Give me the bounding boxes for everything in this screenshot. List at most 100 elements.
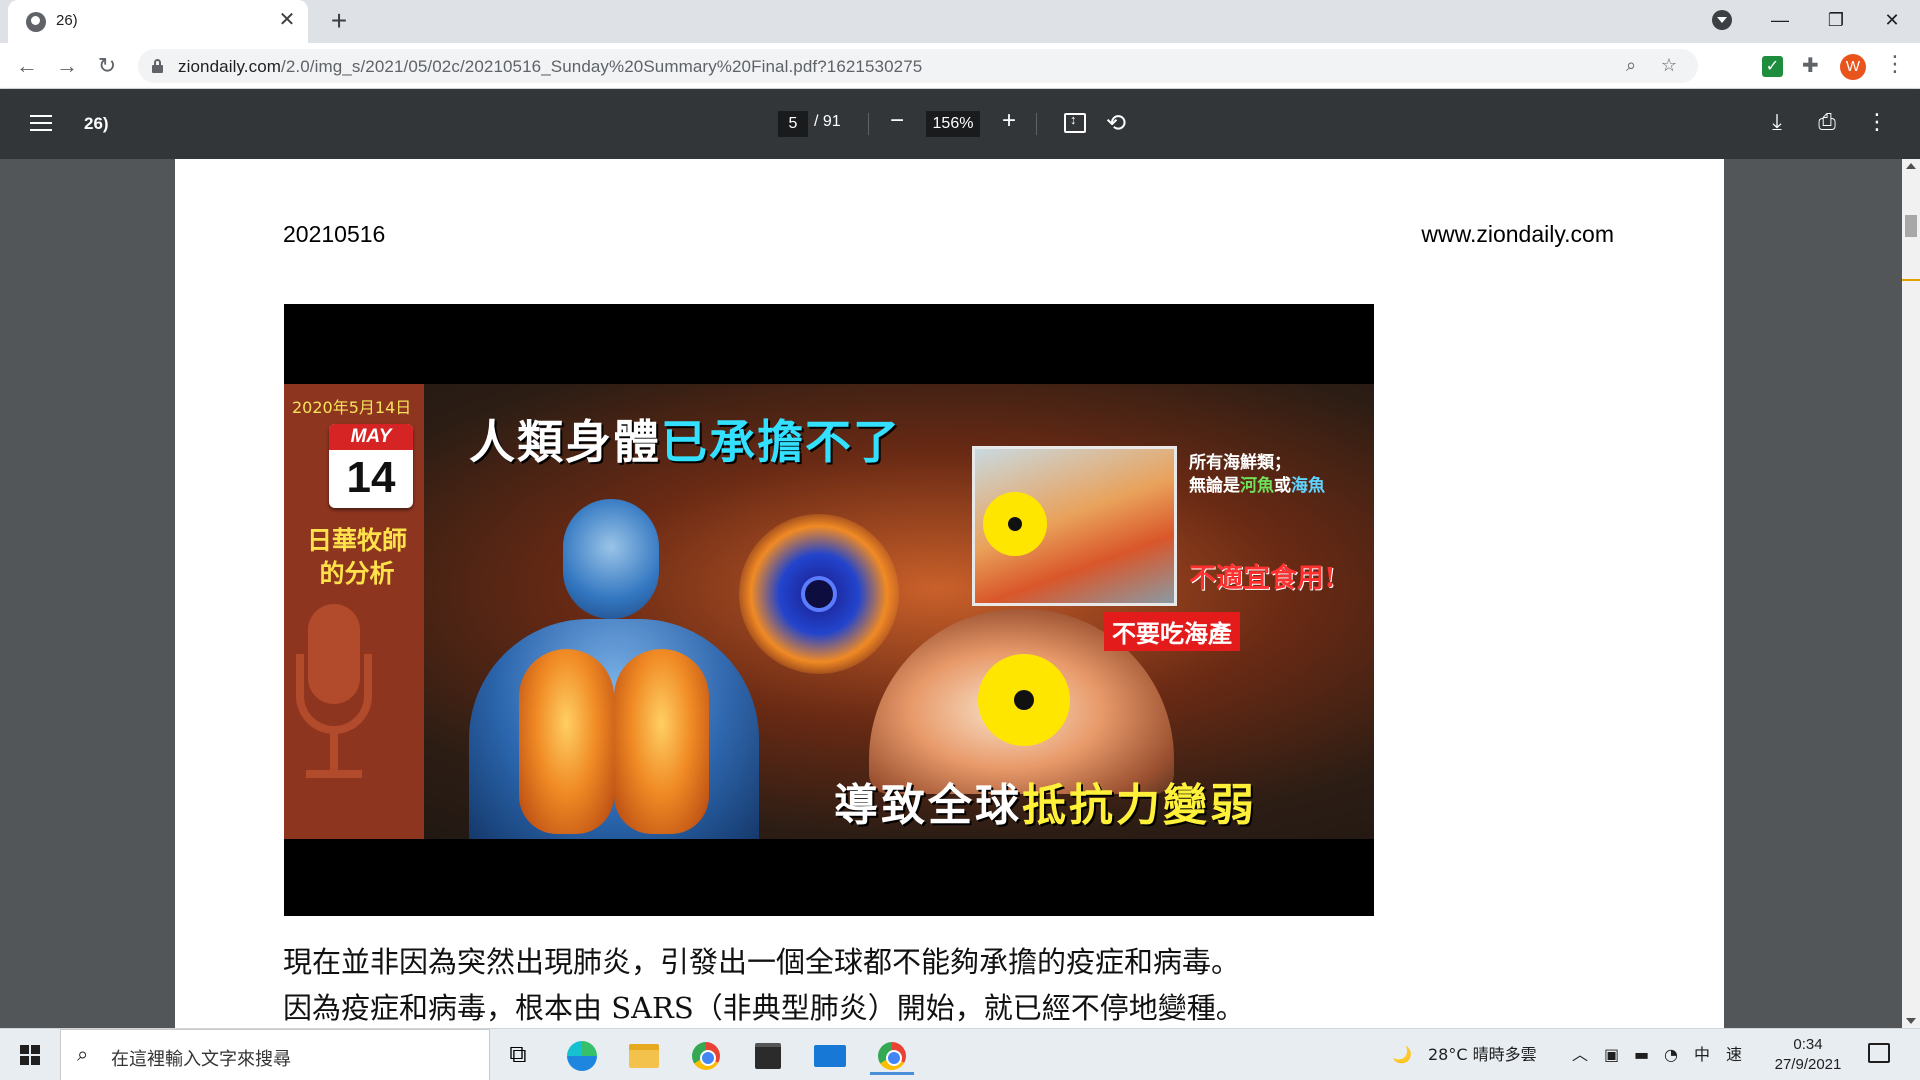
browser-toolbar: ← → ↻ ziondaily.com/2.0/img_s/2021/05/02… [0,43,1920,89]
url-host: ziondaily.com [178,57,282,76]
radiation-symbol-icon [978,654,1070,746]
weather-icon[interactable]: 🌙 [1392,1029,1412,1080]
tab-close-button[interactable]: ✕ [276,9,298,31]
profile-avatar[interactable]: W [1840,54,1866,80]
ime-mode[interactable]: 速 [1726,1029,1742,1080]
url-text[interactable]: ziondaily.com/2.0/img_s/2021/05/02c/2021… [178,57,922,77]
page-header-date: 20210516 [283,221,386,247]
page-number-input[interactable]: 5 [778,111,808,137]
chrome-taskbar-icon[interactable] [870,1035,914,1075]
pdf-viewer[interactable]: 20210516 www.ziondaily.com 2020年5月14日 MA… [0,159,1902,1028]
meet-icon[interactable]: ▣ [1604,1029,1619,1080]
calendar-month: MAY [329,424,413,450]
brand-strip: 2020年5月14日 MAY 14 日華牧師 的分析 [284,384,424,839]
store-icon[interactable] [746,1035,790,1075]
pdf-page: 20210516 www.ziondaily.com 2020年5月14日 MA… [175,159,1724,1028]
article-line: 因為疫症和病毒，根本由 SARS（非典型肺炎）開始，就已經不停地變種。 [283,991,1245,1025]
thumbnail-date: 2020年5月14日 [292,398,412,417]
pdf-toolbar: 26) 5 / 91 − 156% + ⟲ ⤓ ⎙ ⋮ [0,89,1920,159]
calendar-icon: MAY 14 [329,424,413,508]
zoom-out-button[interactable]: − [882,107,912,135]
zoom-magnifier-icon[interactable]: ⌕ [1620,55,1642,76]
battery-icon[interactable]: ▬ [1634,1029,1649,1080]
article-line: 現在並非因為突然出現肺炎，引發出一個全球都不能夠承擔的疫症和病毒。 [283,945,1241,979]
calendar-day: 14 [346,453,396,502]
video-thumbnail-frame: 2020年5月14日 MAY 14 日華牧師 的分析 人類身體已承擔不了 所有海… [284,304,1374,916]
weather-text[interactable]: 28°C 晴時多雲 [1428,1029,1537,1080]
radiation-symbol-icon [983,492,1047,556]
edge-browser-icon[interactable] [560,1035,604,1075]
video-thumbnail: 2020年5月14日 MAY 14 日華牧師 的分析 人類身體已承擔不了 所有海… [284,384,1374,839]
title-cyan-part: 已承擔不了 [661,415,901,469]
pdf-title: 26) [84,114,109,133]
search-result-marker [1902,279,1920,281]
tab-strip: 26) ✕ + — ❐ ✕ [0,0,1920,43]
search-icon: ⌕ [77,1044,89,1066]
close-window-button[interactable]: ✕ [1864,0,1920,40]
taskbar-search-placeholder: 在這裡輸入文字來搜尋 [111,1049,291,1070]
scroll-up-arrow-icon[interactable] [1906,163,1916,169]
bookmark-star-icon[interactable]: ☆ [1658,55,1680,76]
clock-date: 27/9/2021 [1774,1056,1842,1073]
print-icon[interactable]: ⎙ [1812,109,1842,135]
title-white-part: 人類身體 [469,415,661,469]
windows-taskbar: ⌕ 在這裡輸入文字來搜尋 ⧉ 🌙 28°C 晴時多雲 ︿ ▣ ▬ ◔ 中 速 0… [0,1028,1920,1080]
scroll-thumb[interactable] [1905,215,1917,237]
network-icon[interactable]: ◔ [1664,1029,1678,1080]
fit-to-page-icon[interactable] [1064,112,1086,133]
download-icon[interactable]: ⤓ [1762,109,1792,135]
browser-menu-icon[interactable]: ⋮ [1884,51,1906,77]
page-total: / 91 [814,113,841,130]
thumbnail-bottom-title: 導致全球抵抗力變弱 [834,780,1257,831]
ime-language[interactable]: 中 [1694,1029,1710,1080]
show-hidden-icons-icon[interactable]: ︿ [1572,1029,1588,1080]
toolbar-divider [868,113,869,135]
taskbar-clock[interactable]: 0:34 27/9/2021 [1758,1035,1858,1075]
address-bar[interactable]: ziondaily.com/2.0/img_s/2021/05/02c/2021… [138,49,1698,83]
extensions-puzzle-icon[interactable]: ✚ [1802,53,1819,78]
radiation-virus-illustration [739,514,899,674]
thumbnail-title: 人類身體已承擔不了 [469,406,901,472]
taskbar-search-box[interactable]: ⌕ 在這裡輸入文字來搜尋 [60,1029,490,1080]
brand-name: 日華牧師 的分析 [298,524,416,590]
clock-time: 0:34 [1793,1036,1823,1053]
brand-line2: 的分析 [319,559,395,588]
human-body-illustration [469,499,759,839]
brand-line1: 日華牧師 [306,526,407,555]
mail-icon[interactable] [808,1035,852,1075]
restore-button[interactable]: ❐ [1808,0,1864,40]
warning-unsuitable: 不適宜食用! [1189,563,1336,594]
reload-icon[interactable]: ↻ [92,51,122,81]
warning-no-seafood-badge: 不要吃海產 [1104,612,1240,651]
seafood-caption: 所有海鮮類； 無論是河魚或海魚 [1189,452,1325,498]
task-view-icon[interactable]: ⧉ [496,1035,540,1075]
article-body: 現在並非因為突然出現肺炎，引發出一個全球都不能夠承擔的疫症和病毒。 因為疫症和病… [283,939,1483,1028]
browser-tab[interactable]: 26) ✕ [8,0,308,43]
rotate-icon[interactable]: ⟲ [1106,109,1126,138]
minimize-button[interactable]: — [1752,0,1808,40]
tab-search-icon[interactable] [1712,10,1732,30]
file-explorer-icon[interactable] [622,1035,666,1075]
tab-title: 26) [56,12,78,29]
zoom-in-button[interactable]: + [994,107,1024,135]
forward-arrow-icon[interactable]: → [52,51,82,81]
microphone-icon [296,604,376,804]
notification-center-icon[interactable] [1868,1043,1890,1063]
back-arrow-icon[interactable]: ← [12,51,42,81]
scroll-down-arrow-icon[interactable] [1906,1018,1916,1024]
globe-icon [26,12,46,32]
app-ring-icon[interactable] [684,1035,728,1075]
page-header-site: www.ziondaily.com [1421,221,1614,247]
extension-check-icon[interactable]: ✓ [1762,56,1783,77]
seafood-line2: 無論是河魚或海魚 [1189,476,1325,496]
windows-start-icon[interactable] [20,1045,40,1065]
vertical-scrollbar[interactable] [1902,159,1920,1028]
seafood-line1: 所有海鮮類； [1189,453,1291,473]
new-tab-button[interactable]: + [324,6,354,36]
url-path: /2.0/img_s/2021/05/02c/20210516_Sunday%2… [281,57,923,76]
toolbar-divider [1036,113,1037,135]
lock-icon[interactable] [152,59,163,73]
zoom-level-input[interactable]: 156% [926,111,980,137]
sidebar-menu-icon[interactable] [30,115,52,131]
more-options-icon[interactable]: ⋮ [1862,109,1892,135]
